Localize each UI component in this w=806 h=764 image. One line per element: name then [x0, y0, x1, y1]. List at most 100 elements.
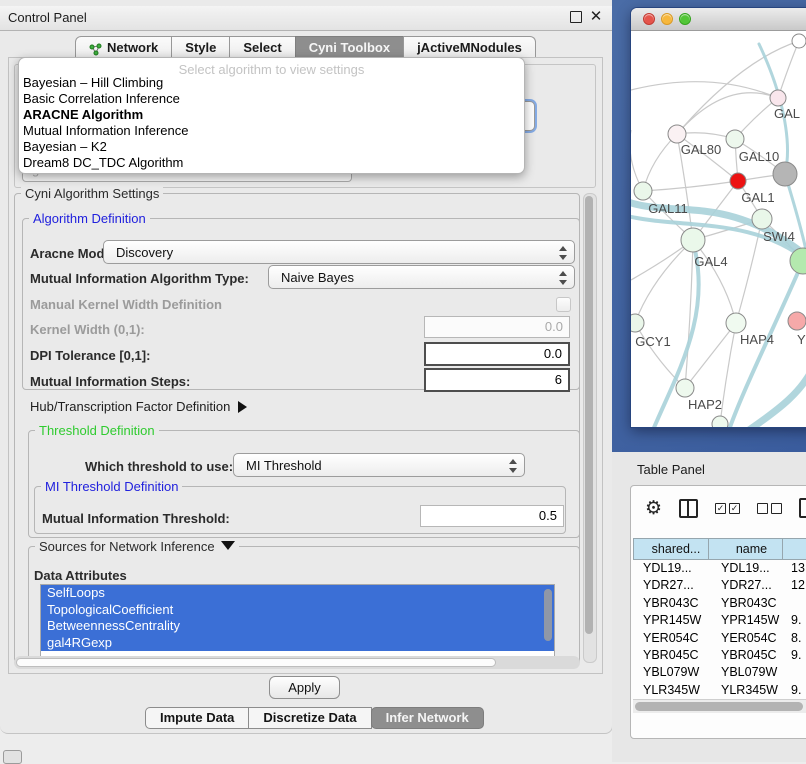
desktop-background: GALGAL80GAL10GAL1GAL11SWI4GAL4GCY1HAP4YH…: [612, 0, 806, 452]
node-gal-pink[interactable]: [770, 90, 786, 106]
tab-select[interactable]: Select: [229, 36, 295, 58]
table-cell: 12: [783, 577, 806, 594]
tab-discretize-data[interactable]: Discretize Data: [248, 707, 371, 729]
table-row[interactable]: YDR27...YDR27...12: [633, 577, 806, 594]
tab-cyni-toolbox[interactable]: Cyni Toolbox: [295, 36, 404, 58]
algorithm-option-aracne-algorithm[interactable]: ARACNE Algorithm: [21, 107, 522, 123]
tab-infer-network[interactable]: Infer Network: [371, 707, 484, 729]
network-edge[interactable]: [643, 134, 677, 191]
node-label-swi4: SWI4: [763, 229, 795, 244]
node-label-gal11: GAL11: [648, 201, 688, 216]
manual-kernel-checkbox[interactable]: [556, 297, 571, 312]
tab-jactivemnodules[interactable]: jActiveMNodules: [403, 36, 536, 58]
network-edge-highlighted[interactable]: [749, 368, 806, 427]
table-cell: YBL079W: [633, 664, 709, 681]
node-GAL10[interactable]: [726, 130, 744, 148]
node-label-gal1: GAL1: [741, 190, 774, 205]
gear-icon[interactable]: ⚙: [645, 497, 662, 520]
table-row[interactable]: YER054CYER054C8.: [633, 630, 806, 647]
mi-steps-field[interactable]: 6: [424, 368, 570, 392]
tab-label: Network: [107, 37, 158, 58]
node-GCY1[interactable]: [631, 314, 644, 332]
table-cell: [783, 664, 806, 681]
window-minimize-icon[interactable]: [661, 13, 673, 25]
tab-style[interactable]: Style: [171, 36, 230, 58]
attribute-item-betweennesscentrality[interactable]: BetweennessCentrality: [41, 618, 554, 635]
table-row[interactable]: YLR345WYLR345W9.: [633, 682, 806, 696]
mi-type-select[interactable]: Naive Bayes: [268, 265, 575, 289]
which-threshold-label: Which threshold to use:: [85, 459, 233, 474]
column-header-clipped[interactable]: [783, 538, 806, 560]
algorithm-option-mutual-information-inference[interactable]: Mutual Information Inference: [21, 123, 522, 139]
table-cell: YER054C: [709, 630, 783, 647]
node-unnamed-bottom[interactable]: [712, 416, 728, 427]
node-HAP2[interactable]: [676, 379, 694, 397]
network-edge[interactable]: [720, 323, 736, 424]
control-panel-titlebar: Control Panel ✕: [0, 6, 612, 31]
table-row[interactable]: YBL079WYBL079W: [633, 664, 806, 681]
network-edge[interactable]: [643, 181, 738, 191]
window-zoom-icon[interactable]: [679, 13, 691, 25]
mi-threshold-field[interactable]: 0.5: [420, 505, 564, 527]
attribute-item-topologicalcoefficient[interactable]: TopologicalCoefficient: [41, 602, 554, 619]
which-threshold-select[interactable]: MI Threshold: [233, 453, 525, 477]
algorithm-option-bayesian-k2[interactable]: Bayesian – K2: [21, 139, 522, 155]
node-GAL80[interactable]: [668, 125, 686, 143]
algorithm-popup-items: Bayesian – Hill ClimbingBasic Correlatio…: [21, 75, 522, 171]
settings-vertical-scrollbar[interactable]: [583, 193, 597, 663]
node-GAL11[interactable]: [634, 182, 652, 200]
network-edge[interactable]: [631, 82, 778, 98]
apply-button[interactable]: Apply: [269, 676, 340, 699]
column-header-name[interactable]: name: [709, 538, 783, 560]
table-row[interactable]: YBR045CYBR045C9.: [633, 647, 806, 664]
table-row[interactable]: YDL19...YDL19...13: [633, 560, 806, 577]
window-close-icon[interactable]: [643, 13, 655, 25]
attribute-item-gal4rgexp[interactable]: gal4RGexp: [41, 635, 554, 652]
select-all-checkboxes-icon[interactable]: ✓✓: [715, 503, 740, 514]
node-GAL4[interactable]: [681, 228, 705, 252]
network-view-window[interactable]: GALGAL80GAL10GAL1GAL11SWI4GAL4GCY1HAP4YH…: [631, 8, 806, 427]
algorithm-option-bayesian-hill-climbing[interactable]: Bayesian – Hill Climbing: [21, 75, 522, 91]
list-horizontal-scrollbar[interactable]: [14, 656, 580, 669]
list-vertical-scrollbar[interactable]: [544, 589, 552, 641]
network-edge[interactable]: [778, 41, 799, 98]
tab-network[interactable]: Network: [75, 36, 172, 58]
table-row[interactable]: YBR043CYBR043C: [633, 595, 806, 612]
network-window-titlebar[interactable]: [631, 8, 806, 31]
mi-threshold-label: Mutual Information Threshold:: [42, 511, 230, 526]
attribute-item-selfloops[interactable]: SelfLoops: [41, 585, 554, 602]
algorithm-option-basic-correlation-inference[interactable]: Basic Correlation Inference: [21, 91, 522, 107]
table-horizontal-scrollbar[interactable]: [633, 699, 806, 713]
table-row[interactable]: YPR145WYPR145W9.: [633, 612, 806, 629]
table-panel: Table Panel ⚙ ✓✓ shared...name YDL19...Y…: [612, 452, 806, 762]
hub-definition-toggle[interactable]: Hub/Transcription Factor Definition: [30, 399, 247, 414]
network-edge[interactable]: [685, 240, 693, 388]
node-SWI4[interactable]: [752, 209, 772, 229]
columns-icon[interactable]: [679, 499, 698, 518]
network-edge[interactable]: [677, 93, 778, 134]
data-attributes-list[interactable]: SelfLoopsTopologicalCoefficientBetweenne…: [40, 584, 555, 657]
algorithm-option-dream8-dc-tdc-algorithm[interactable]: Dream8 DC_TDC Algorithm: [21, 155, 522, 171]
node-HAP4[interactable]: [726, 313, 746, 333]
close-panel-icon[interactable]: ✕: [588, 9, 604, 25]
network-canvas[interactable]: GALGAL80GAL10GAL1GAL11SWI4GAL4GCY1HAP4YH…: [631, 30, 806, 427]
cyni-settings-legend: Cyni Algorithm Settings: [21, 186, 163, 201]
deselect-all-checkboxes-icon[interactable]: [757, 503, 782, 514]
new-column-icon[interactable]: [799, 498, 806, 518]
column-header-shared[interactable]: shared...: [633, 538, 709, 560]
node-GAL1[interactable]: [730, 173, 746, 189]
node-salmon[interactable]: [788, 312, 806, 330]
tab-label: Infer Network: [386, 710, 469, 725]
tab-label: Discretize Data: [263, 710, 356, 725]
float-panel-icon[interactable]: [568, 9, 584, 25]
network-edge[interactable]: [635, 240, 693, 323]
node-gray[interactable]: [773, 162, 797, 186]
kernel-width-field[interactable]: 0.0: [424, 316, 570, 338]
tab-impute-data[interactable]: Impute Data: [145, 707, 249, 729]
sources-legend[interactable]: Sources for Network Inference: [35, 539, 239, 554]
mi-steps-label: Mutual Information Steps:: [30, 374, 190, 389]
node-unnamed-top[interactable]: [792, 34, 806, 48]
aracne-mode-select[interactable]: Discovery: [103, 240, 575, 264]
dpi-tolerance-field[interactable]: 0.0: [424, 342, 570, 366]
manual-kernel-label: Manual Kernel Width Definition: [30, 297, 222, 312]
